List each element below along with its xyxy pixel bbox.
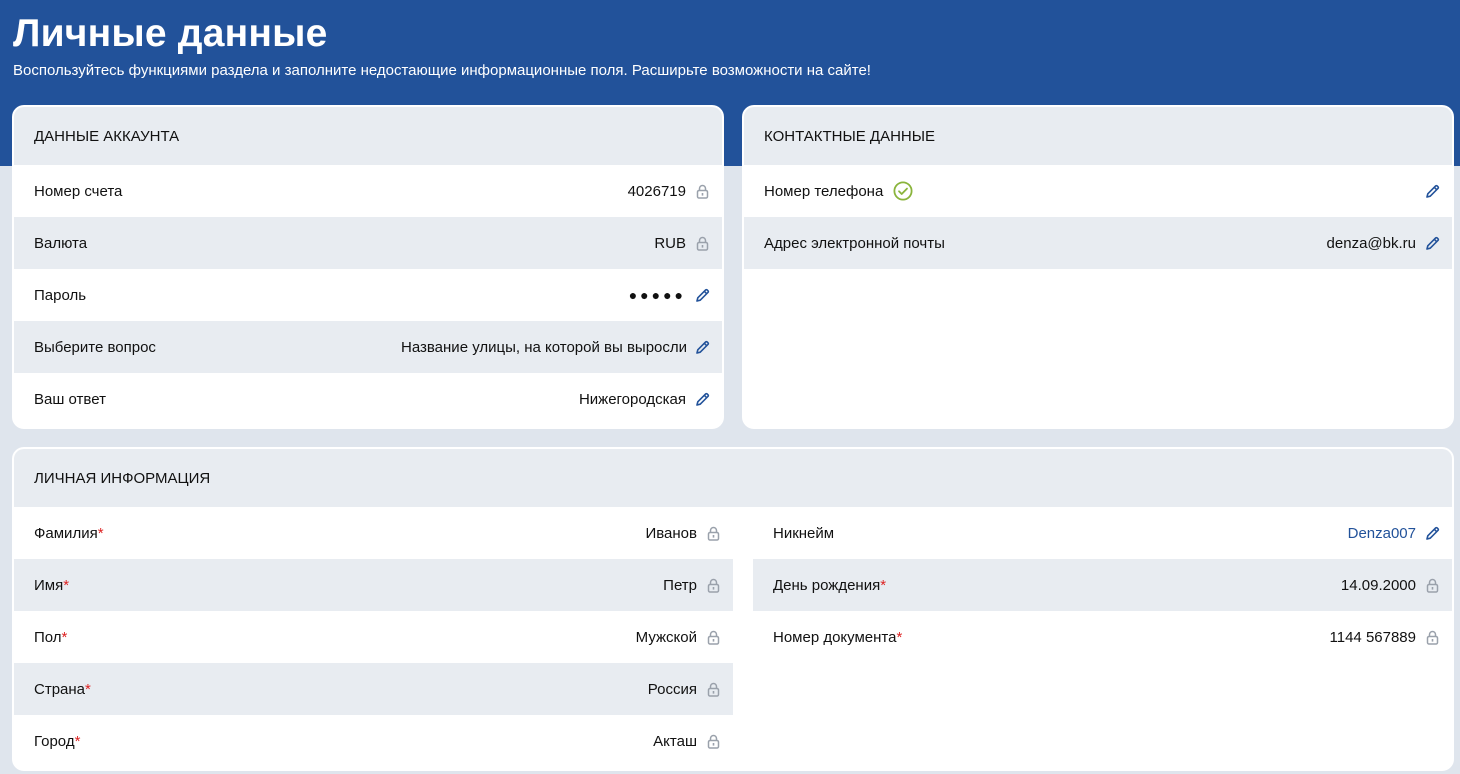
contacts-card: КОНТАКТНЫЕ ДАННЫЕ Номер телефона Адрес э… <box>742 105 1454 429</box>
phone-label: Номер телефона <box>764 182 884 200</box>
required-mark: * <box>61 628 68 646</box>
currency-row: Валюта RUB <box>14 217 722 269</box>
city-row: Город* Акташ <box>14 715 733 767</box>
security-question-row: Выберите вопрос Название улицы, на котор… <box>14 321 722 373</box>
personal-right-column: Никнейм Denza007 День рождения* 14.09.20… <box>733 507 1452 767</box>
lock-icon <box>705 525 721 541</box>
lock-icon <box>705 577 721 593</box>
account-card-title: ДАННЫЕ АККАУНТА <box>14 107 722 165</box>
password-value: ●●●●● <box>628 287 686 303</box>
document-number-label: Номер документа <box>773 628 897 646</box>
page-title: Личные данные <box>13 12 328 55</box>
account-number-label: Номер счета <box>34 182 123 200</box>
lastname-value: Иванов <box>645 524 697 542</box>
nickname-label: Никнейм <box>773 524 835 542</box>
email-row: Адрес электронной почты denza@bk.ru <box>744 217 1452 269</box>
country-row: Страна* Россия <box>14 663 733 715</box>
password-label: Пароль <box>34 286 87 304</box>
lastname-row: Фамилия* Иванов <box>14 507 733 559</box>
lock-icon <box>1424 577 1440 593</box>
password-row: Пароль ●●●●● <box>14 269 722 321</box>
pencil-icon[interactable] <box>1424 183 1440 199</box>
lastname-label: Фамилия <box>34 524 98 542</box>
security-question-value: Название улицы, на которой вы выросли <box>401 338 686 356</box>
pencil-icon[interactable] <box>1424 525 1440 541</box>
document-number-value: 1144 567889 <box>1329 628 1416 646</box>
pencil-icon[interactable] <box>694 391 710 407</box>
required-mark: * <box>63 576 70 594</box>
lock-icon <box>1424 629 1440 645</box>
required-mark: * <box>85 680 91 698</box>
pencil-icon[interactable] <box>694 287 710 303</box>
lock-icon <box>694 235 710 251</box>
phone-row: Номер телефона <box>744 165 1452 217</box>
lock-icon <box>705 733 721 749</box>
personal-info-card: ЛИЧНАЯ ИНФОРМАЦИЯ Фамилия* Иванов Имя* П… <box>12 447 1454 771</box>
check-circle-icon <box>893 181 913 201</box>
lock-icon <box>694 183 710 199</box>
page-subtitle: Воспользуйтесь функциями раздела и запол… <box>13 62 871 79</box>
security-answer-label: Ваш ответ <box>34 390 106 408</box>
email-label: Адрес электронной почты <box>764 234 945 252</box>
security-answer-value: Нижегородская <box>578 390 686 408</box>
required-mark: * <box>74 732 81 750</box>
firstname-label: Имя <box>34 576 64 594</box>
birthday-row: День рождения* 14.09.2000 <box>753 559 1452 611</box>
city-value: Акташ <box>653 732 697 750</box>
security-answer-row: Ваш ответ Нижегородская <box>14 373 722 425</box>
account-number-row: Номер счета 4026719 <box>14 165 722 217</box>
nickname-value: Denza007 <box>1347 524 1416 542</box>
required-mark: * <box>880 576 887 594</box>
security-question-label: Выберите вопрос <box>34 338 156 356</box>
pencil-icon[interactable] <box>694 339 710 355</box>
firstname-row: Имя* Петр <box>14 559 733 611</box>
pencil-icon[interactable] <box>1424 235 1440 251</box>
personal-info-card-title: ЛИЧНАЯ ИНФОРМАЦИЯ <box>14 449 1452 507</box>
contacts-card-title: КОНТАКТНЫЕ ДАННЫЕ <box>744 107 1452 165</box>
firstname-value: Петр <box>663 576 697 594</box>
document-number-row: Номер документа* 1144 567889 <box>753 611 1452 663</box>
email-value: denza@bk.ru <box>1326 234 1416 252</box>
country-value: Россия <box>647 680 697 698</box>
required-mark: * <box>896 628 903 646</box>
country-label: Страна <box>34 680 86 698</box>
gender-label: Пол <box>34 628 62 646</box>
gender-row: Пол* Мужской <box>14 611 733 663</box>
city-label: Город <box>34 732 75 750</box>
lock-icon <box>705 681 721 697</box>
account-card: ДАННЫЕ АККАУНТА Номер счета 4026719 Валю… <box>12 105 724 429</box>
lock-icon <box>705 629 721 645</box>
required-mark: * <box>97 524 104 542</box>
nickname-row: Никнейм Denza007 <box>753 507 1452 559</box>
account-number-value: 4026719 <box>627 182 686 200</box>
currency-label: Валюта <box>34 234 88 252</box>
personal-left-column: Фамилия* Иванов Имя* Петр Пол* Мужской С… <box>14 507 733 767</box>
birthday-label: День рождения <box>773 576 881 594</box>
gender-value: Мужской <box>635 628 697 646</box>
currency-value: RUB <box>654 234 686 252</box>
birthday-value: 14.09.2000 <box>1340 576 1416 594</box>
